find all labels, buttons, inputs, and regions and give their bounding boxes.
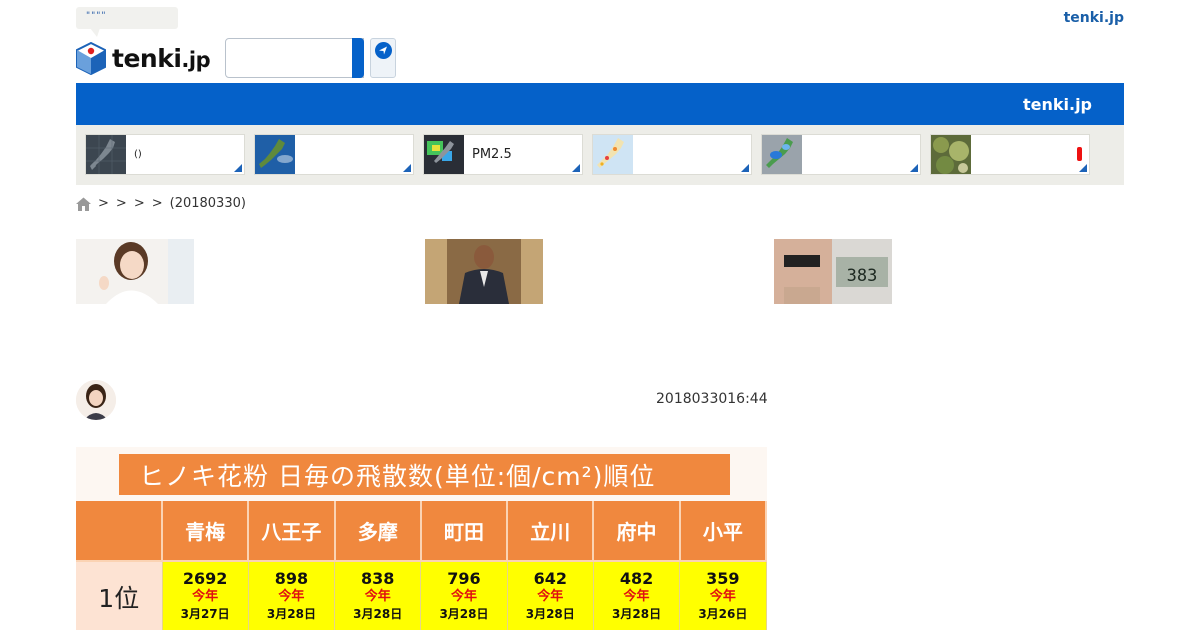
column-header: 青梅 [162, 501, 250, 561]
search-input[interactable] [225, 38, 364, 78]
cell-date: 3月28日 [266, 607, 316, 621]
table-cell: 482 今年 3月28日 [593, 560, 681, 630]
corner-arrow-icon [572, 164, 580, 172]
promo-image-scale[interactable]: 383 [774, 239, 892, 304]
cell-date: 3月28日 [439, 607, 489, 621]
search-button[interactable] [352, 38, 364, 78]
top-site-link[interactable]: tenki.jp [1064, 10, 1124, 26]
breadcrumb-separator: > [133, 196, 145, 211]
table-cell: 642 今年 3月28日 [507, 560, 594, 630]
table-cell: 898 今年 3月28日 [248, 560, 336, 630]
cell-date: 3月28日 [525, 607, 575, 621]
pollen-tree-photo-thumbnail [931, 135, 971, 174]
pollen-count: 642 [533, 569, 567, 588]
corner-arrow-icon [741, 164, 749, 172]
column-header: 小平 [679, 501, 767, 561]
breadcrumb: > > > > (20180330) [76, 196, 246, 211]
pollen-table: 青梅 八王子 多摩 町田 立川 府中 小平 1位 2692 今年 3月27日 898… [76, 501, 767, 630]
nav-bar-label[interactable]: tenki.jp [1023, 95, 1092, 114]
cell-date: 3月28日 [612, 607, 662, 621]
cell-date: 3月26日 [698, 607, 748, 621]
pollen-count: 359 [706, 569, 740, 588]
breadcrumb-separator: > [151, 196, 163, 211]
pm25-map-thumbnail [424, 135, 464, 174]
breadcrumb-separator: > [115, 196, 127, 211]
site-header: """" tenki.jp tenki.jp [76, 0, 1124, 82]
tile-weather-map[interactable] [592, 134, 752, 175]
tenki-cube-icon [76, 41, 106, 75]
map-tiles: () PM2.5 [76, 125, 1124, 185]
pollen-count: 796 [447, 569, 481, 588]
pollen-count: 838 [361, 569, 395, 588]
tile-pm25[interactable]: PM2.5 [423, 134, 583, 175]
tile-rain-radar[interactable] [761, 134, 921, 175]
site-logo[interactable]: tenki.jp [76, 41, 211, 75]
promo-image-man[interactable] [425, 239, 543, 304]
corner-arrow-icon [910, 164, 918, 172]
tile-satellite[interactable] [254, 134, 414, 175]
promo-image-woman[interactable] [76, 239, 194, 304]
column-header: 町田 [420, 501, 509, 561]
satellite-japan-thumbnail [255, 135, 295, 174]
tile-label: () [134, 149, 142, 160]
column-header: 府中 [593, 501, 681, 561]
corner-arrow-icon [234, 164, 242, 172]
tile-radar[interactable]: () [85, 134, 245, 175]
rank-label: 1位 [76, 560, 163, 630]
year-label: 今年 [709, 589, 736, 604]
pollen-count: 482 [619, 569, 654, 588]
table-corner-cell [76, 501, 163, 561]
tile-label: PM2.5 [472, 147, 512, 162]
pollen-ranking-image: ヒノキ花粉 日毎の飛散数(単位:個/cm²)順位 青梅 八王子 多摩 町田 立川… [76, 447, 767, 630]
speech-bubble: """" [76, 7, 178, 37]
column-header: 八王子 [248, 501, 336, 561]
corner-arrow-icon [1079, 164, 1087, 172]
location-button[interactable] [370, 38, 396, 78]
article-date: 2018033016:44 [656, 391, 768, 407]
column-header: 多摩 [334, 501, 422, 561]
column-header: 立川 [507, 501, 595, 561]
year-label: 今年 [364, 589, 391, 604]
cell-date: 3月27日 [180, 607, 230, 621]
japan-weather-map-thumbnail [593, 135, 633, 174]
table-header-row: 青梅 八王子 多摩 町田 立川 府中 小平 [76, 501, 767, 561]
breadcrumb-separator: > [98, 196, 109, 211]
pollen-count: 2692 [182, 569, 228, 588]
alert-marker-icon [1077, 147, 1082, 161]
location-arrow-icon [375, 42, 392, 59]
tile-pollen[interactable] [930, 134, 1090, 175]
year-label: 今年 [537, 589, 564, 604]
table-cell: 359 今年 3月26日 [679, 560, 767, 630]
table-cell: 838 今年 3月28日 [334, 560, 422, 630]
author-avatar[interactable] [76, 380, 116, 420]
table-cell: 796 今年 3月28日 [420, 560, 508, 630]
pollen-table-title: ヒノキ花粉 日毎の飛散数(単位:個/cm²)順位 [119, 454, 730, 495]
svg-text:383: 383 [847, 266, 878, 286]
year-label: 今年 [450, 589, 477, 604]
table-row: 1位 2692 今年 3月27日 898 今年 3月28日 838 今年 3月28日 796… [76, 560, 767, 630]
japan-radar-dark-thumbnail [86, 135, 126, 174]
corner-arrow-icon [403, 164, 411, 172]
rain-radar-map-thumbnail [762, 135, 802, 174]
table-cell: 2692 今年 3月27日 [162, 560, 249, 630]
year-label: 今年 [278, 589, 305, 604]
year-label: 今年 [192, 589, 219, 604]
logo-wordmark: tenki.jp [112, 43, 211, 73]
breadcrumb-current: (20180330) [169, 196, 246, 211]
global-nav-bar: tenki.jp [76, 83, 1124, 125]
pollen-count: 898 [274, 569, 309, 588]
year-label: 今年 [623, 589, 650, 604]
home-icon[interactable] [76, 197, 91, 211]
cell-date: 3月28日 [353, 607, 403, 621]
